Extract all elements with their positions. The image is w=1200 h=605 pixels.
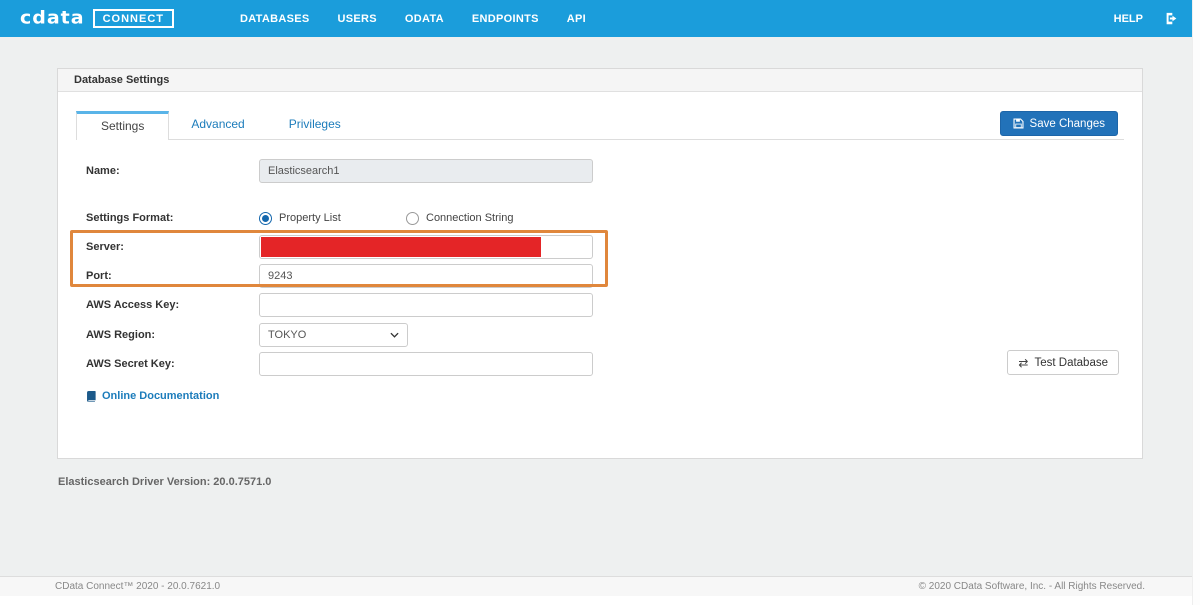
settings-format-row: Settings Format: Property List Connectio… [86,206,553,230]
server-label: Server: [86,241,124,253]
page-content: Database Settings Settings Advanced Priv… [0,37,1200,576]
sign-out-icon[interactable] [1165,12,1178,25]
aws-secret-key-field[interactable] [259,352,593,376]
radio-unselected-icon [406,211,419,225]
bottom-strip [0,596,1200,605]
test-database-label: Test Database [1034,356,1108,369]
aws-secret-key-row: AWS Secret Key: [86,352,593,376]
online-documentation-label: Online Documentation [102,390,220,402]
nav-item-users[interactable]: USERS [324,13,391,25]
aws-region-select[interactable]: TOKYO [259,323,408,347]
save-icon [1013,118,1024,129]
footer-version-text: CData Connect™ 2020 - 20.0.7621.0 [55,581,221,592]
tab-settings[interactable]: Settings [76,111,170,140]
port-field[interactable] [259,264,593,288]
aws-region-row: AWS Region: TOKYO [86,323,408,347]
server-row: Server: [86,235,593,259]
connect-badge: CONNECT [92,9,174,28]
nav-item-endpoints[interactable]: ENDPOINTS [458,13,553,25]
exchange-arrows-icon: ⇄ [1018,355,1029,370]
aws-access-key-field[interactable] [259,293,593,317]
scrollbar-track[interactable] [1192,0,1200,605]
redaction-overlay [261,237,541,257]
radio-connection-string[interactable]: Connection String [406,211,553,225]
help-link[interactable]: HELP [1114,13,1143,25]
aws-region-label: AWS Region: [86,329,156,341]
nav-item-api[interactable]: API [553,13,600,25]
driver-version-text: Elasticsearch Driver Version: 20.0.7571.… [58,476,272,488]
database-settings-panel: Database Settings Settings Advanced Priv… [57,68,1143,459]
name-row: Name: [86,159,593,183]
online-documentation-link[interactable]: Online Documentation [86,390,219,402]
nav-item-databases[interactable]: DATABASES [226,13,324,25]
cdata-logo-text: cdata [20,7,85,29]
aws-access-key-label: AWS Access Key: [86,299,180,311]
aws-region-value: TOKYO [268,329,307,341]
cdata-logo[interactable]: cdata CONNECT [20,9,174,28]
footer-copyright-text: © 2020 CData Software, Inc. - All Rights… [918,581,1145,592]
book-icon [86,390,97,402]
save-button-label: Save Changes [1029,117,1105,130]
chevron-down-icon [390,332,399,338]
aws-secret-key-label: AWS Secret Key: [86,358,175,370]
radio-property-list[interactable]: Property List [259,211,406,225]
docs-row: Online Documentation [86,384,219,408]
save-changes-button[interactable]: Save Changes [999,111,1118,136]
port-row: Port: [86,264,593,288]
radio-selected-icon [259,211,272,225]
top-navbar: cdata CONNECT DATABASES USERS ODATA ENDP… [0,0,1200,37]
tab-bar: Settings Advanced Privileges [76,111,363,140]
aws-access-key-row: AWS Access Key: [86,293,593,317]
tab-advanced[interactable]: Advanced [169,111,266,140]
settings-format-options: Property List Connection String [259,211,553,225]
nav-item-odata[interactable]: ODATA [391,13,458,25]
page-footer: CData Connect™ 2020 - 20.0.7621.0 © 2020… [0,576,1200,596]
name-label: Name: [86,165,120,177]
panel-title: Database Settings [58,69,1142,92]
panel-body: Settings Advanced Privileges Save Change… [58,92,1142,458]
server-field-wrap [259,235,593,259]
port-label: Port: [86,270,112,282]
radio-property-list-label: Property List [279,212,341,224]
navbar-right: HELP [1114,12,1200,25]
nav-menu: DATABASES USERS ODATA ENDPOINTS API [226,13,600,25]
test-database-button[interactable]: ⇄ Test Database [1007,350,1119,375]
settings-format-label: Settings Format: [86,212,174,224]
radio-connection-string-label: Connection String [426,212,514,224]
tab-privileges[interactable]: Privileges [267,111,363,140]
name-field [259,159,593,183]
